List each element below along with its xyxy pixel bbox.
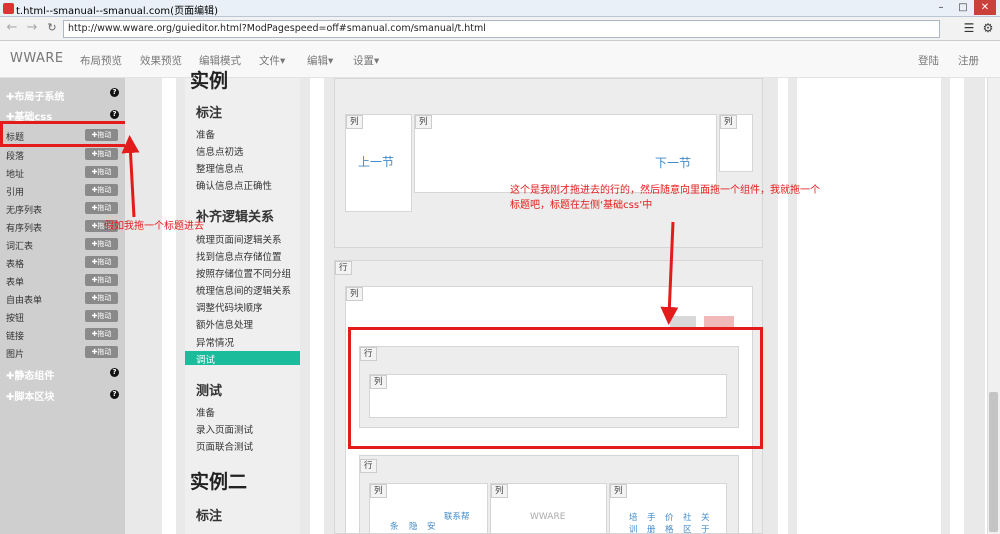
annotation-left: 假如我拖一个标题进去 (104, 221, 204, 232)
annotation-arrows (121, 135, 679, 325)
annotation-right-line2: 标题吧，标题在左侧‘基础css’中 (510, 200, 653, 211)
arrow-to-heading-item (121, 135, 140, 218)
arrow-to-dragged-row (660, 221, 679, 325)
annotation-right-line1: 这个是我刚才拖进去的行的，然后随意向里面拖一个组件，我就拖一个 (510, 185, 820, 196)
